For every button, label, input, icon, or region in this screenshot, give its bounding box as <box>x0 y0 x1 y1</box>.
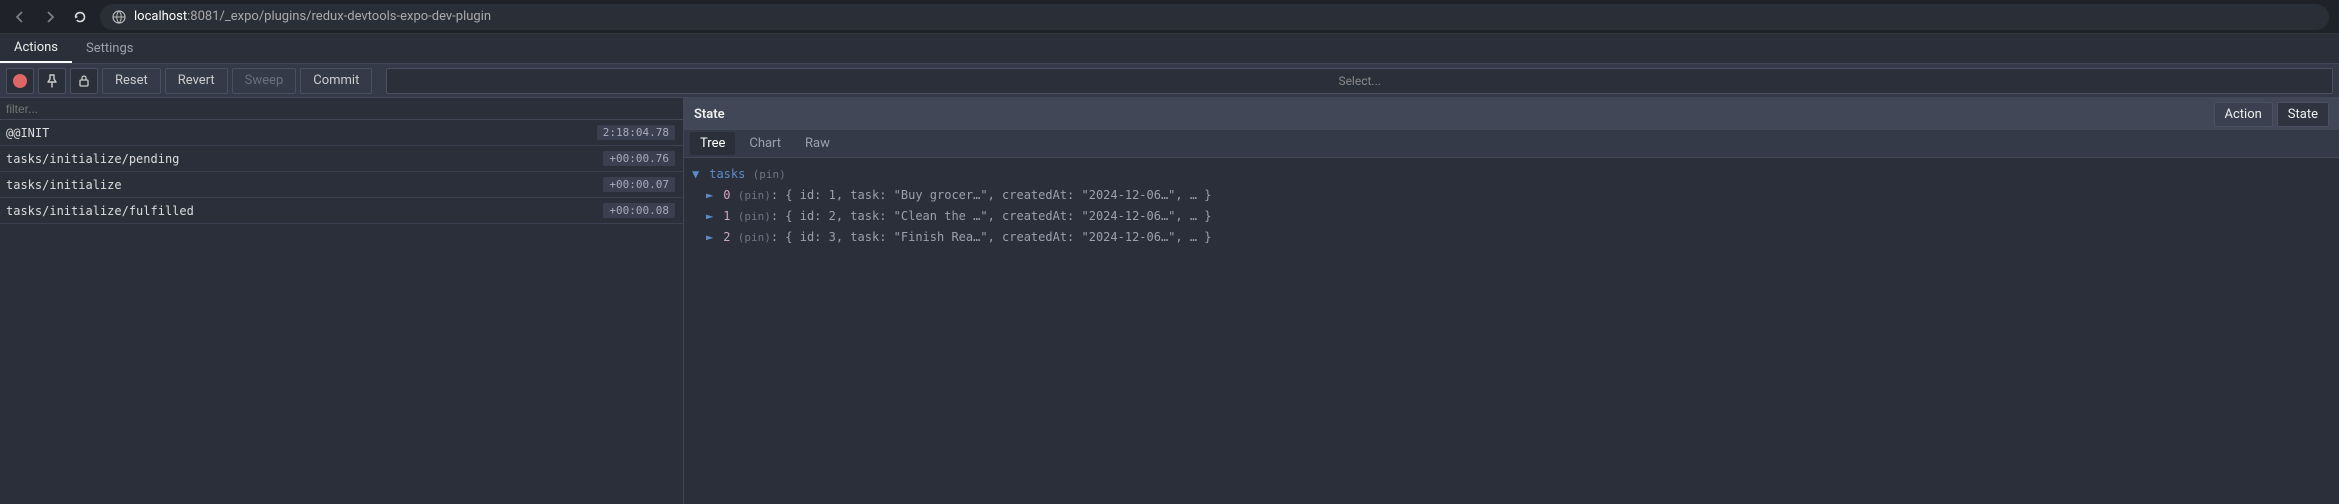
browser-bar: localhost:8081/_expo/plugins/redux-devto… <box>0 0 2339 34</box>
select-dropdown[interactable]: Select... <box>386 68 2333 94</box>
top-tabs: Actions Settings <box>0 34 2339 64</box>
record-button[interactable] <box>6 68 34 94</box>
filter-input[interactable] <box>0 98 683 120</box>
lock-icon <box>77 74 91 88</box>
revert-button[interactable]: Revert <box>165 68 228 94</box>
action-list: @@INIT 2:18:04.78 tasks/initialize/pending… <box>0 120 683 504</box>
action-label: tasks/initialize <box>6 178 122 192</box>
subtab-tree[interactable]: Tree <box>690 132 735 155</box>
tree-item[interactable]: ► 2 (pin): { id: 3, task: "Finish Rea…",… <box>692 227 2331 248</box>
state-tree[interactable]: ▼ tasks (pin)► 0 (pin): { id: 1, task: "… <box>684 158 2339 504</box>
select-placeholder: Select... <box>1338 74 1380 88</box>
reload-button[interactable] <box>70 7 90 27</box>
commit-button[interactable]: Commit <box>300 68 372 94</box>
action-time: +00:00.08 <box>603 203 675 218</box>
action-row[interactable]: tasks/initialize/fulfilled +00:00.08 <box>0 198 683 224</box>
pin-icon <box>45 74 59 88</box>
toolbar: Reset Revert Sweep Commit Select... <box>0 64 2339 98</box>
tree-item[interactable]: ► 0 (pin): { id: 1, task: "Buy grocer…",… <box>692 185 2331 206</box>
action-row[interactable]: tasks/initialize +00:00.07 <box>0 172 683 198</box>
action-time: +00:00.76 <box>603 151 675 166</box>
state-title: State <box>694 107 725 122</box>
subtab-chart[interactable]: Chart <box>739 132 791 155</box>
state-header: State Action State <box>684 98 2339 130</box>
lock-button[interactable] <box>70 68 98 94</box>
pin-button[interactable] <box>38 68 66 94</box>
action-pane: @@INIT 2:18:04.78 tasks/initialize/pending… <box>0 98 684 504</box>
action-row[interactable]: tasks/initialize/pending +00:00.76 <box>0 146 683 172</box>
tree-root[interactable]: ▼ tasks (pin) <box>692 164 2331 185</box>
back-button[interactable] <box>10 7 30 27</box>
reset-button[interactable]: Reset <box>102 68 161 94</box>
globe-icon <box>112 10 126 24</box>
action-time: 2:18:04.78 <box>597 125 675 140</box>
sweep-button[interactable]: Sweep <box>232 68 297 94</box>
tree-item[interactable]: ► 1 (pin): { id: 2, task: "Clean the …",… <box>692 206 2331 227</box>
record-icon <box>13 74 27 88</box>
action-row[interactable]: @@INIT 2:18:04.78 <box>0 120 683 146</box>
action-time: +00:00.07 <box>603 177 675 192</box>
url-bar[interactable]: localhost:8081/_expo/plugins/redux-devto… <box>100 4 2329 30</box>
state-view-button[interactable]: State <box>2277 102 2329 127</box>
action-label: tasks/initialize/fulfilled <box>6 204 194 218</box>
tab-actions[interactable]: Actions <box>0 34 72 63</box>
tab-settings[interactable]: Settings <box>72 34 147 63</box>
url-text: localhost:8081/_expo/plugins/redux-devto… <box>134 9 491 24</box>
state-subtabs: Tree Chart Raw <box>684 130 2339 158</box>
subtab-raw[interactable]: Raw <box>795 132 840 155</box>
state-pane: State Action State Tree Chart Raw ▼ task… <box>684 98 2339 504</box>
action-label: tasks/initialize/pending <box>6 152 179 166</box>
action-label: @@INIT <box>6 126 49 140</box>
action-view-button[interactable]: Action <box>2214 102 2273 127</box>
forward-button[interactable] <box>40 7 60 27</box>
